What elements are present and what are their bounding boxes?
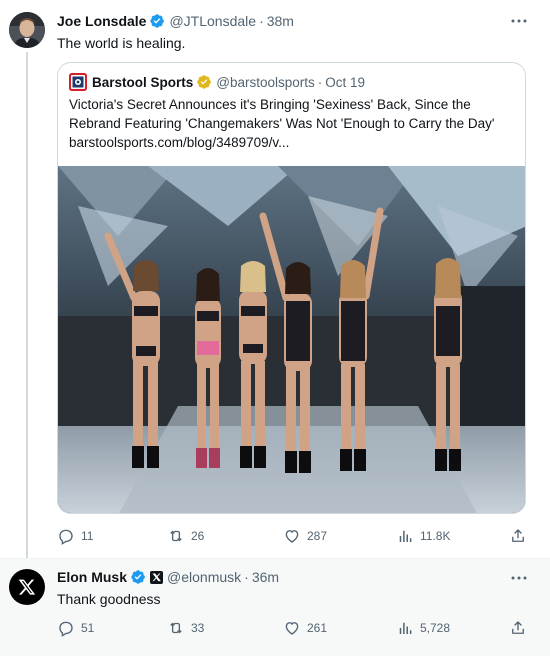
reply-button[interactable]: 51: [57, 619, 94, 637]
share-button[interactable]: [509, 527, 527, 545]
like-count: 261: [307, 621, 328, 635]
separator: ·: [259, 13, 264, 29]
separator: ·: [317, 74, 323, 90]
action-bar: 11 26 287 11.8K: [57, 527, 535, 547]
avatar[interactable]: [9, 12, 45, 48]
profile-photo: [9, 12, 45, 48]
repost-count: 26: [191, 529, 205, 543]
x-affiliate-badge-icon: [150, 570, 164, 584]
quoted-author-handle[interactable]: @barstoolsports: [216, 75, 315, 90]
tweet-text: The world is healing.: [57, 35, 186, 51]
repost-button[interactable]: 33: [167, 619, 204, 637]
repost-icon: [170, 622, 182, 634]
views-icon: [399, 530, 412, 542]
views-count: 11.8K: [420, 529, 451, 543]
reply-icon: [59, 621, 73, 637]
runway-photo[interactable]: [58, 166, 526, 514]
timestamp[interactable]: 38m: [267, 13, 294, 29]
tweet-text: Thank goodness: [57, 591, 161, 607]
like-icon: [285, 622, 299, 635]
quoted-link[interactable]: barstoolsports.com/blog/3489709/v...: [69, 133, 519, 152]
thread-line: [26, 52, 28, 558]
repost-icon: [170, 530, 182, 542]
action-bar: 51 33 261 5,728: [57, 619, 535, 639]
verified-badge-icon: [197, 75, 212, 89]
tweet-elon-musk[interactable]: Elon Musk @elonmusk · 36m Thank goodness…: [0, 558, 550, 656]
quoted-text-line: Victoria's Secret Announces it's Bringin…: [69, 97, 471, 112]
reply-count: 11: [81, 529, 94, 543]
views-button[interactable]: 5,728: [396, 619, 450, 637]
quoted-author-name[interactable]: Barstool Sports: [92, 75, 193, 90]
repost-button[interactable]: 26: [167, 527, 204, 545]
quoted-tweet[interactable]: Barstool Sports @barstoolsports · Oct 19…: [57, 62, 526, 514]
reply-button[interactable]: 11: [57, 527, 93, 545]
author-name[interactable]: Joe Lonsdale: [57, 13, 146, 29]
verified-badge-icon: [131, 570, 145, 584]
author-handle[interactable]: @elonmusk: [167, 569, 241, 585]
reply-count: 51: [81, 621, 95, 635]
more-options-icon[interactable]: [510, 12, 528, 30]
share-button[interactable]: [509, 619, 527, 637]
like-count: 287: [307, 529, 328, 543]
quoted-text-line: Rebrand Featuring 'Changemakers' Was Not…: [69, 116, 495, 131]
like-button[interactable]: 287: [283, 527, 327, 545]
tweet-header: Elon Musk @elonmusk · 36m: [57, 569, 279, 585]
like-button[interactable]: 261: [283, 619, 327, 637]
repost-count: 33: [191, 621, 205, 635]
x-logo-icon: [18, 579, 36, 595]
views-count: 5,728: [420, 621, 451, 635]
share-icon: [512, 621, 524, 634]
tweet-joe-lonsdale[interactable]: Joe Lonsdale @JTLonsdale · 38m The world…: [0, 0, 550, 558]
more-options-icon[interactable]: [510, 569, 528, 587]
separator: ·: [244, 569, 249, 585]
author-name[interactable]: Elon Musk: [57, 569, 127, 585]
reply-icon: [59, 529, 73, 545]
views-button[interactable]: 11.8K: [396, 527, 450, 545]
quoted-tweet-text: Victoria's Secret Announces it's Bringin…: [69, 95, 519, 152]
author-handle[interactable]: @JTLonsdale: [169, 13, 256, 29]
tweet-header: Joe Lonsdale @JTLonsdale · 38m: [57, 13, 294, 29]
avatar[interactable]: [9, 569, 45, 605]
quoted-tweet-header: Barstool Sports @barstoolsports · Oct 19: [69, 73, 365, 91]
timestamp[interactable]: 36m: [252, 569, 279, 585]
views-icon: [399, 622, 412, 634]
like-icon: [285, 530, 299, 543]
verified-badge-icon: [150, 14, 165, 28]
share-icon: [512, 529, 524, 542]
quoted-date[interactable]: Oct 19: [325, 75, 365, 90]
quoted-avatar: [69, 73, 87, 91]
